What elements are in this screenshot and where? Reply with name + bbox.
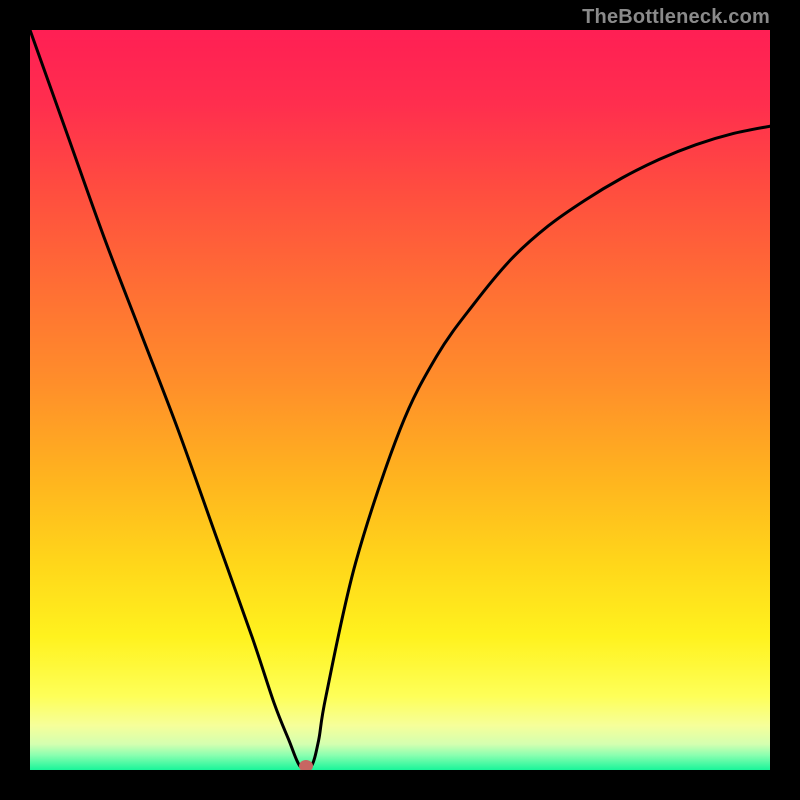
optimum-marker <box>299 760 313 770</box>
watermark-text: TheBottleneck.com <box>582 6 770 29</box>
chart-frame: TheBottleneck.com <box>0 0 800 800</box>
plot-area <box>30 30 770 770</box>
bottleneck-curve <box>30 30 770 770</box>
